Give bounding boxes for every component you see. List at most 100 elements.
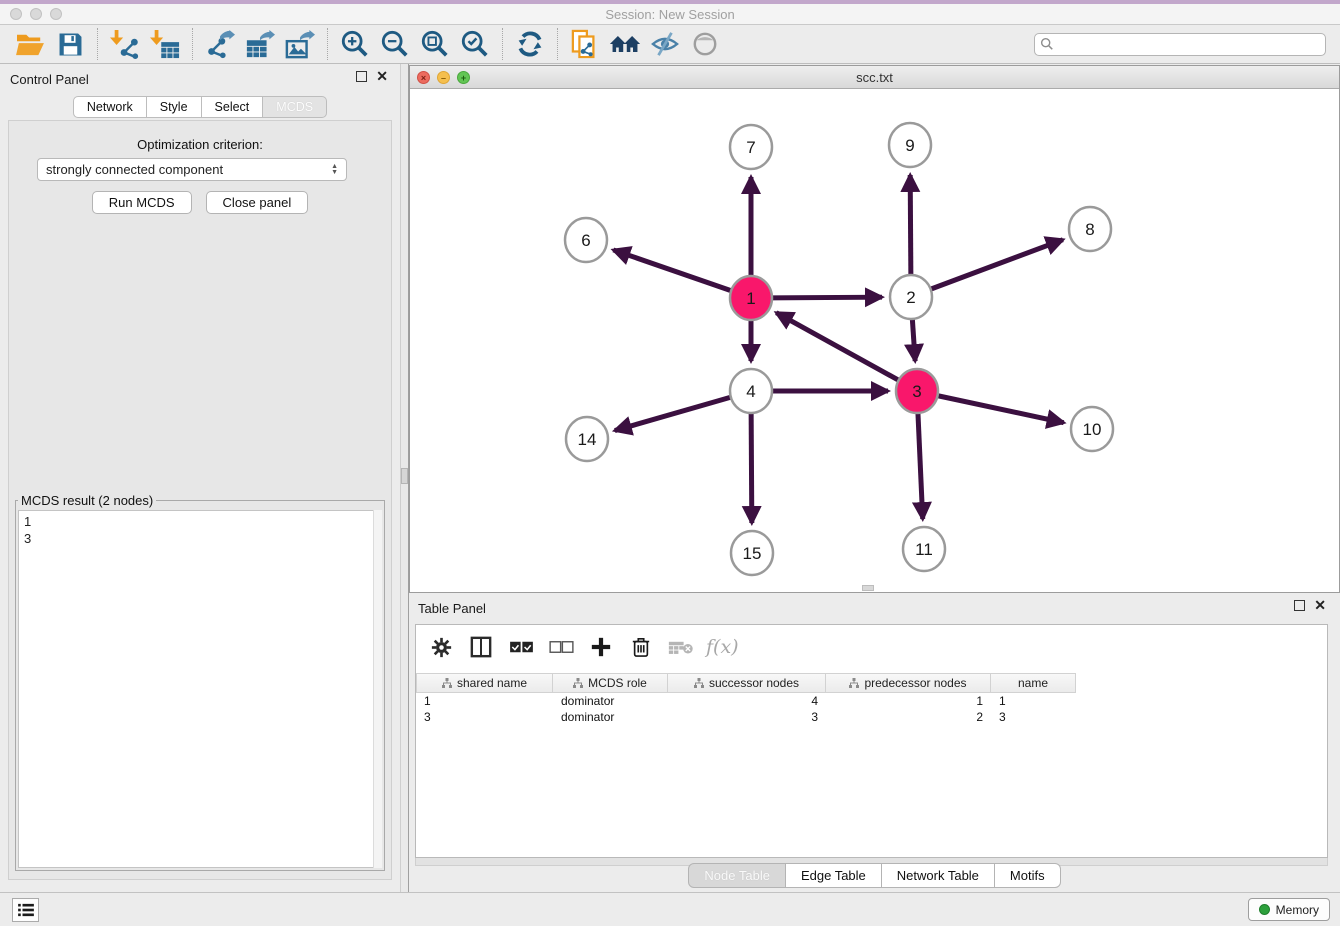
control-panel-tabs: Network Style Select MCDS <box>0 96 400 118</box>
cell-predecessor-nodes[interactable]: 2 <box>826 709 991 725</box>
control-panel-title: Control Panel <box>10 72 89 87</box>
edge-2-9[interactable] <box>910 175 911 277</box>
network-view-window: × – + scc.txt 7968124314101511 <box>409 65 1340 593</box>
table-panel: Table Panel ✕ <box>409 593 1340 892</box>
node-label-14: 14 <box>578 430 597 449</box>
node-label-3: 3 <box>912 382 921 401</box>
network-window-title: scc.txt <box>410 70 1339 85</box>
column-tree-icon <box>694 678 704 688</box>
toolbar-separator <box>502 28 503 60</box>
close-table-panel-icon[interactable]: ✕ <box>1314 600 1326 611</box>
mcds-panel-body: Optimization criterion: strongly connect… <box>8 120 392 880</box>
task-history-button[interactable] <box>12 898 39 922</box>
export-table-icon[interactable] <box>240 27 280 61</box>
edge-4-14[interactable] <box>615 397 733 431</box>
node-label-2: 2 <box>906 288 915 307</box>
refresh-icon[interactable] <box>510 27 550 61</box>
first-neighbors-icon[interactable] <box>605 27 645 61</box>
column-header-name[interactable]: name <box>991 673 1076 693</box>
column-header-successor-nodes[interactable]: successor nodes <box>668 673 826 693</box>
titlebar-accent <box>0 0 1340 4</box>
edge-3-11[interactable] <box>918 411 923 519</box>
splitter-grip[interactable] <box>401 468 408 484</box>
search-input[interactable] <box>1034 33 1326 56</box>
tab-mcds[interactable]: MCDS <box>263 96 327 118</box>
edge-2-8[interactable] <box>929 240 1063 290</box>
float-panel-icon[interactable] <box>356 71 367 82</box>
criterion-select-value: strongly connected component <box>46 162 223 177</box>
table-row[interactable]: 1dominator411 <box>416 693 1327 709</box>
cell-name[interactable]: 3 <box>991 709 1076 725</box>
edge-2-3[interactable] <box>912 317 915 361</box>
zoom-fit-icon[interactable] <box>415 27 455 61</box>
network-window-titlebar[interactable]: × – + scc.txt <box>410 66 1339 89</box>
tab-select[interactable]: Select <box>202 96 264 118</box>
hide-selected-icon[interactable] <box>645 27 685 61</box>
float-table-panel-icon[interactable] <box>1294 600 1305 611</box>
toolbar-separator <box>327 28 328 60</box>
edge-1-6[interactable] <box>613 250 733 291</box>
column-header-shared-name[interactable]: shared name <box>416 673 553 693</box>
mcds-result-list[interactable]: 1 3 <box>18 510 382 868</box>
table-header-row: shared nameMCDS rolesuccessor nodesprede… <box>416 673 1076 693</box>
status-bar: Memory <box>0 892 1340 926</box>
import-network-icon[interactable] <box>105 27 145 61</box>
tab-network[interactable]: Network <box>73 96 147 118</box>
horizontal-splitter-grip[interactable] <box>862 585 874 591</box>
close-panel-button[interactable]: Close panel <box>206 191 309 214</box>
save-session-icon[interactable] <box>50 27 90 61</box>
node-label-10: 10 <box>1083 420 1102 439</box>
apply-function-icon[interactable]: f(x) <box>706 636 739 658</box>
network-canvas[interactable]: 7968124314101511 <box>410 89 1339 592</box>
toolbar-separator <box>192 28 193 60</box>
tab-style[interactable]: Style <box>147 96 202 118</box>
cell-shared-name[interactable]: 1 <box>416 693 553 709</box>
show-all-icon[interactable] <box>685 27 725 61</box>
run-mcds-button[interactable]: Run MCDS <box>92 191 192 214</box>
copy-network-icon[interactable] <box>565 27 605 61</box>
export-network-icon[interactable] <box>200 27 240 61</box>
deselect-all-icon[interactable] <box>546 632 576 662</box>
cell-shared-name[interactable]: 3 <box>416 709 553 725</box>
column-header-predecessor-nodes[interactable]: predecessor nodes <box>826 673 991 693</box>
import-table-icon[interactable] <box>145 27 185 61</box>
edge-4-15[interactable] <box>751 411 752 523</box>
tab-motifs[interactable]: Motifs <box>995 863 1061 888</box>
open-session-icon[interactable] <box>10 27 50 61</box>
optimization-criterion-label: Optimization criterion: <box>9 137 391 152</box>
table-row[interactable]: 3dominator323 <box>416 709 1327 725</box>
zoom-in-icon[interactable] <box>335 27 375 61</box>
edge-3-10[interactable] <box>936 395 1064 422</box>
close-panel-icon[interactable]: ✕ <box>376 71 388 82</box>
edge-1-2[interactable] <box>770 297 882 298</box>
vertical-splitter[interactable] <box>400 64 409 892</box>
zoom-selected-icon[interactable] <box>455 27 495 61</box>
cell-successor-nodes[interactable]: 3 <box>668 709 826 725</box>
memory-status-icon <box>1259 904 1270 915</box>
delete-table-icon[interactable] <box>666 632 696 662</box>
app-titlebar: Session: New Session <box>0 0 1340 25</box>
delete-column-icon[interactable] <box>626 632 656 662</box>
show-column-panel-icon[interactable] <box>466 632 496 662</box>
tab-network-table[interactable]: Network Table <box>882 863 995 888</box>
zoom-out-icon[interactable] <box>375 27 415 61</box>
tab-edge-table[interactable]: Edge Table <box>786 863 882 888</box>
node-label-1: 1 <box>746 289 755 308</box>
add-column-icon[interactable] <box>586 632 616 662</box>
criterion-select[interactable]: strongly connected component ▲▼ <box>37 158 347 181</box>
cell-MCDS-role[interactable]: dominator <box>553 693 668 709</box>
memory-label: Memory <box>1276 903 1319 917</box>
cell-name[interactable]: 1 <box>991 693 1076 709</box>
select-all-icon[interactable] <box>506 632 536 662</box>
cell-predecessor-nodes[interactable]: 1 <box>826 693 991 709</box>
cell-successor-nodes[interactable]: 4 <box>668 693 826 709</box>
mcds-result-scrollbar[interactable] <box>373 510 382 868</box>
export-image-icon[interactable] <box>280 27 320 61</box>
column-header-MCDS-role[interactable]: MCDS role <box>553 673 668 693</box>
cell-MCDS-role[interactable]: dominator <box>553 709 668 725</box>
edge-3-1[interactable] <box>776 313 900 382</box>
memory-button[interactable]: Memory <box>1248 898 1330 921</box>
tab-node-table[interactable]: Node Table <box>688 863 786 888</box>
table-options-icon[interactable] <box>426 632 456 662</box>
mcds-result-legend: MCDS result (2 nodes) <box>18 493 156 508</box>
